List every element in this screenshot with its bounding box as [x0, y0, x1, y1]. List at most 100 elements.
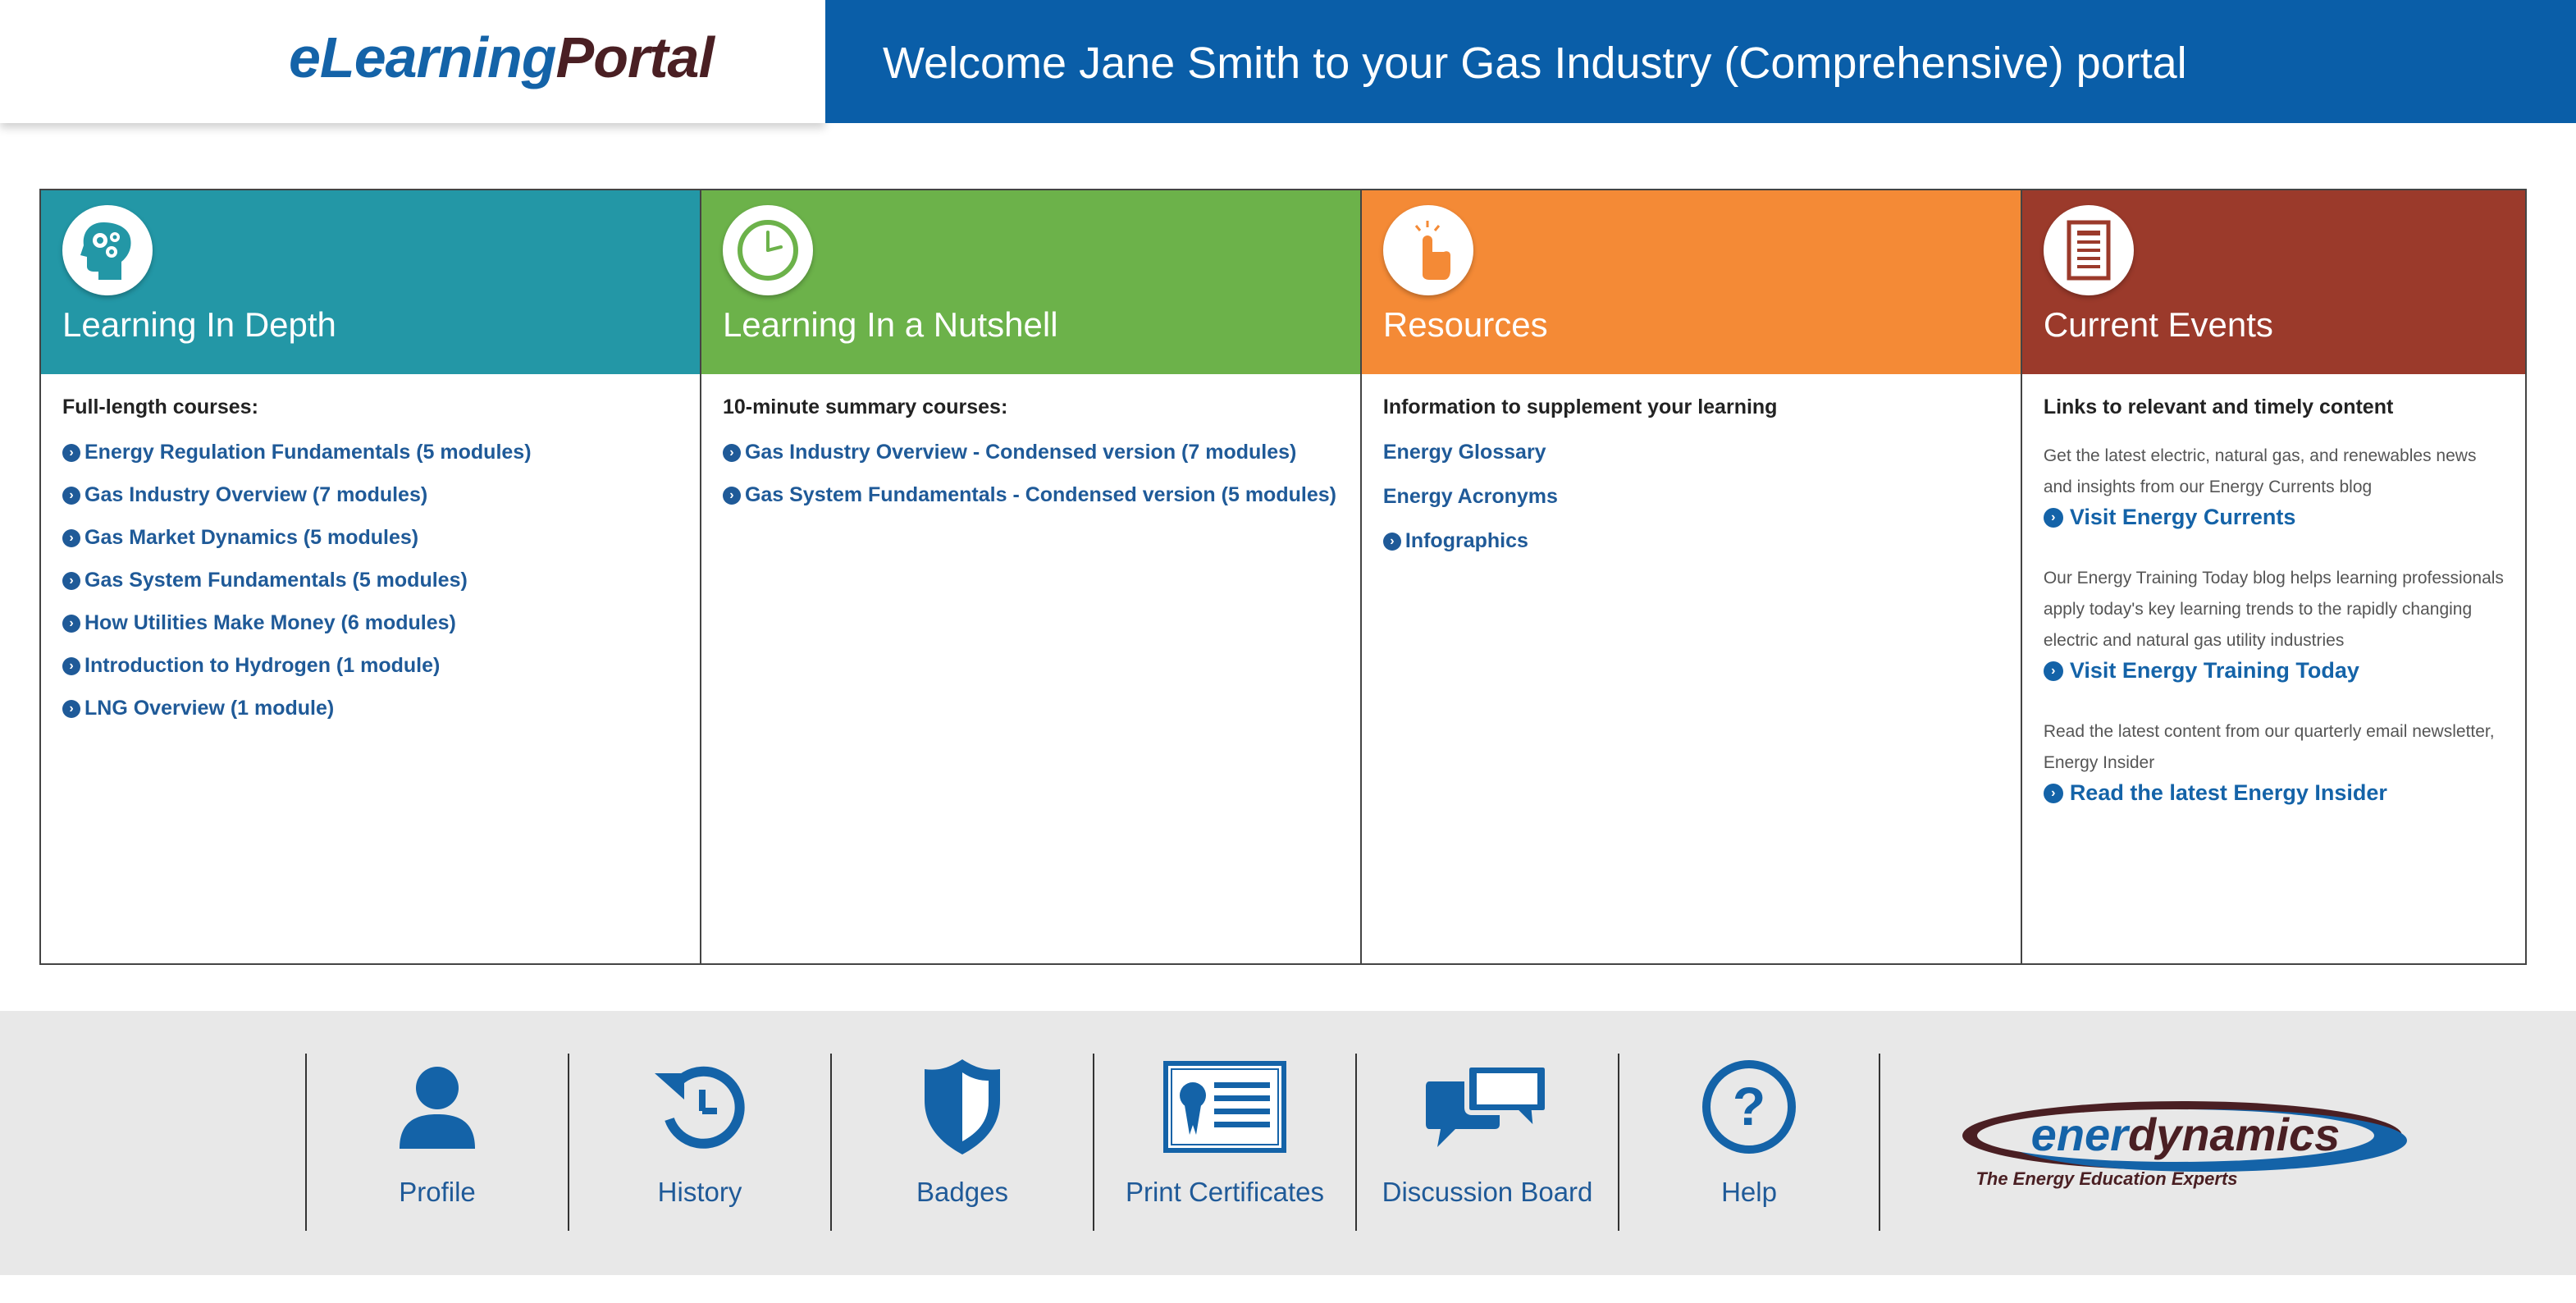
header: eLearningPortal Welcome Jane Smith to yo… [0, 0, 2576, 123]
course-link-label: Introduction to Hydrogen (1 module) [84, 654, 441, 677]
history-icon [569, 1054, 830, 1160]
panel-subtitle: 10-minute summary courses: [722, 395, 1008, 418]
panel-body: Full-length courses: › Energy Regulation … [41, 374, 700, 761]
chevron-circle-icon: › [722, 443, 741, 462]
resource-link-energy-glossary[interactable]: Energy Glossary [1383, 441, 1999, 464]
svg-text:?: ? [1733, 1076, 1765, 1136]
welcome-bar: Welcome Jane Smith to your Gas Industry … [825, 0, 2576, 123]
panel-title: Current Events [2043, 305, 2273, 344]
panel-learning-in-a-nutshell: Learning In a Nutshell 10-minute summary… [701, 190, 1362, 963]
enerdynamics-wordmark: enerdynamics [2031, 1109, 2341, 1160]
panel-header: Learning In a Nutshell [701, 190, 1360, 374]
course-link-label: LNG Overview (1 module) [84, 697, 335, 720]
nav-label: Print Certificates [1125, 1177, 1325, 1207]
chevron-circle-icon: › [1382, 532, 1401, 551]
panel-body: 10-minute summary courses: › Gas Industry… [701, 374, 1360, 547]
chevron-circle-icon: › [62, 656, 80, 675]
chevron-circle-icon: › [62, 571, 80, 590]
event-description: Get the latest electric, natural gas, an… [2043, 446, 2477, 496]
panel-header: Current Events [2021, 190, 2525, 374]
chevron-circle-icon: › [62, 443, 80, 462]
shield-icon [832, 1054, 1093, 1160]
course-link[interactable]: › Gas Industry Overview - Condensed versi… [722, 441, 1339, 464]
person-icon [307, 1054, 568, 1160]
nav-label: Discussion Board [1382, 1177, 1593, 1207]
panel-header: Resources [1361, 190, 2021, 374]
course-link-label: How Utilities Make Money (6 modules) [84, 611, 456, 634]
course-link[interactable]: › Gas System Fundamentals (5 modules) [62, 569, 678, 592]
resource-link-label: Infographics [1404, 529, 1528, 552]
panel-body: Information to supplement your learning … [1362, 374, 2021, 593]
visit-energy-currents-link[interactable]: › Visit Energy Currents [2043, 505, 2504, 530]
resource-link-infographics[interactable]: › Infographics [1382, 529, 1999, 553]
chevron-circle-icon: › [2043, 507, 2063, 528]
pointer-hand-icon [1382, 205, 1473, 295]
course-link[interactable]: › Gas Market Dynamics (5 modules) [62, 526, 678, 550]
chevron-circle-icon: › [62, 486, 80, 505]
question-icon: ? [1619, 1054, 1879, 1160]
enerdynamics-tagline: The Energy Education Experts [1975, 1168, 2237, 1189]
gears-head-icon [62, 205, 153, 295]
enerdynamics-logo[interactable]: enerdynamics The Energy Education Expert… [1961, 1098, 2412, 1196]
panel-learning-in-depth: Learning In Depth Full-length courses: ›… [41, 190, 701, 963]
logo-part-portal: Portal [555, 25, 715, 89]
course-link[interactable]: › Energy Regulation Fundamentals (5 modul… [62, 441, 678, 464]
course-link[interactable]: › Introduction to Hydrogen (1 module) [62, 654, 678, 678]
nav-label: History [657, 1177, 742, 1207]
nav-discussion-board[interactable]: Discussion Board [1355, 1054, 1618, 1231]
content-panels: Learning In Depth Full-length courses: ›… [39, 189, 2527, 965]
nav-print-certificates[interactable]: Print Certificates [1093, 1054, 1355, 1231]
chevron-circle-icon: › [722, 486, 741, 505]
chat-bubbles-icon [1357, 1054, 1618, 1160]
course-link[interactable]: › How Utilities Make Money (6 modules) [62, 611, 678, 635]
certificate-icon [1094, 1054, 1355, 1160]
nav-label: Profile [399, 1177, 476, 1207]
event-link-label: Visit Energy Currents [2069, 505, 2296, 529]
elearning-portal-logo[interactable]: eLearningPortal [289, 25, 715, 90]
panel-body: Links to relevant and timely content Get… [2022, 374, 2525, 860]
logo-part-elearning: eLearning [289, 25, 557, 89]
chevron-circle-icon: › [62, 699, 80, 718]
panel-title: Resources [1382, 305, 1548, 344]
nav-label: Badges [916, 1177, 1008, 1207]
chevron-circle-icon: › [62, 614, 80, 633]
panel-resources: Resources Information to supplement your… [1361, 190, 2022, 963]
panel-current-events: Current Events Links to relevant and tim… [2021, 190, 2525, 963]
event-description: Our Energy Training Today blog helps lea… [2043, 569, 2504, 650]
visit-energy-training-today-link[interactable]: › Visit Energy Training Today [2043, 658, 2504, 684]
event-link-label: Visit Energy Training Today [2069, 658, 2359, 683]
course-link[interactable]: › LNG Overview (1 module) [62, 697, 678, 720]
panel-subtitle: Information to supplement your learning [1382, 395, 1778, 418]
course-link-label: Gas System Fundamentals (5 modules) [84, 569, 468, 592]
course-link-label: Gas Market Dynamics (5 modules) [84, 526, 419, 549]
nav-label: Help [1721, 1177, 1777, 1207]
resource-link-energy-acronyms[interactable]: Energy Acronyms [1383, 485, 1999, 509]
chevron-circle-icon: › [62, 528, 80, 547]
panel-subtitle: Links to relevant and timely content [2043, 395, 2394, 418]
read-energy-insider-link[interactable]: › Read the latest Energy Insider [2043, 780, 2504, 806]
course-link-label: Gas System Fundamentals - Condensed vers… [744, 483, 1336, 506]
nav-history[interactable]: History [568, 1054, 830, 1231]
course-link[interactable]: › Gas Industry Overview (7 modules) [62, 483, 678, 507]
panel-subtitle: Full-length courses: [62, 395, 258, 418]
enerdynamics-wordmark-dynamics: dynamics [2128, 1109, 2340, 1160]
chevron-circle-icon: › [2043, 661, 2063, 681]
nav-profile[interactable]: Profile [305, 1054, 568, 1231]
logo-area: eLearningPortal [0, 0, 825, 123]
welcome-message: Welcome Jane Smith to your Gas Industry … [883, 39, 2187, 88]
course-link[interactable]: › Gas System Fundamentals - Condensed ver… [722, 483, 1339, 507]
footer-nav: Profile History Badges Print Certificate… [305, 1054, 1880, 1231]
nav-badges[interactable]: Badges [830, 1054, 1093, 1231]
nav-help[interactable]: ? Help [1618, 1054, 1880, 1231]
course-link-label: Energy Regulation Fundamentals (5 module… [84, 441, 532, 464]
panel-title: Learning In a Nutshell [722, 305, 1058, 344]
footer: Profile History Badges Print Certificate… [0, 1011, 2576, 1275]
panel-header: Learning In Depth [41, 190, 700, 374]
panel-title: Learning In Depth [62, 305, 336, 344]
event-link-label: Read the latest Energy Insider [2069, 780, 2387, 805]
newspaper-icon [2043, 205, 2134, 295]
course-link-label: Gas Industry Overview - Condensed versio… [744, 441, 1297, 464]
chevron-circle-icon: › [2043, 783, 2063, 803]
clock-icon [722, 205, 813, 295]
event-description: Read the latest content from our quarter… [2043, 722, 2495, 772]
